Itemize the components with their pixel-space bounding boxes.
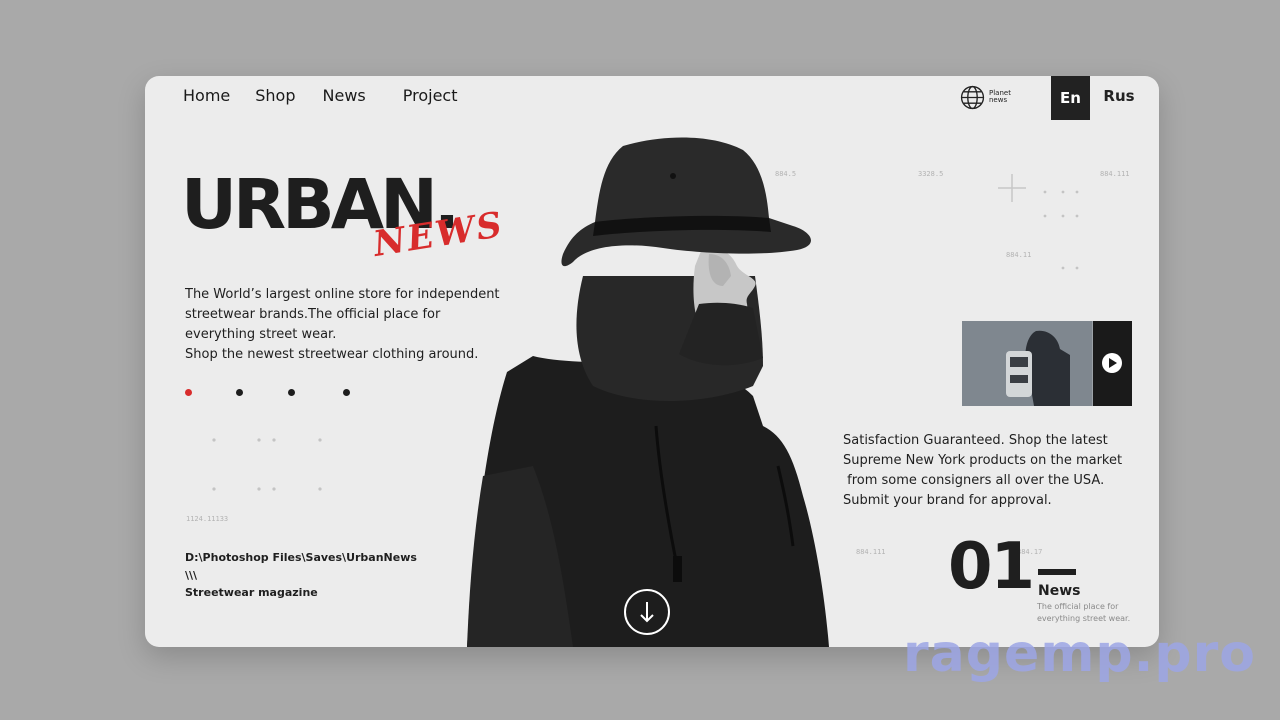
decor-dot-grid-right	[1043, 190, 1079, 270]
micro-label: 884.111	[856, 548, 886, 556]
nav-news[interactable]: News	[323, 86, 366, 105]
play-icon	[1102, 353, 1122, 373]
description-line: Satisfaction Guaranteed. Shop the latest	[843, 433, 1108, 448]
description-line: Supreme New York products on the market	[843, 453, 1123, 468]
file-path: D:\Photoshop Files\Saves\UrbanNews	[185, 551, 417, 564]
counter-dash	[1038, 569, 1076, 575]
scroll-down-button[interactable]	[624, 589, 670, 635]
top-nav: Home Shop News Project	[183, 86, 457, 105]
micro-label: 884.111	[1100, 170, 1130, 178]
description-line: Submit your brand for approval.	[843, 493, 1052, 508]
plus-icon	[998, 174, 1026, 202]
magazine-label: Streetwear magazine	[185, 586, 318, 599]
slide-dot-1[interactable]	[185, 389, 192, 396]
slide-dot-4[interactable]	[343, 389, 350, 396]
hero-model-photo	[467, 137, 829, 647]
counter-subtext: The official place for everything street…	[1037, 602, 1131, 623]
counter-label: News	[1038, 583, 1081, 599]
watermark: ragemp.pro	[903, 624, 1256, 684]
description-text: Satisfaction Guaranteed. Shop the latest…	[843, 431, 1148, 511]
urban-news-logo: URBAN. NEWS	[181, 170, 507, 265]
brand-text: Planet news	[989, 90, 1011, 104]
slide-dot-2[interactable]	[236, 389, 243, 396]
globe-icon	[960, 85, 985, 109]
nav-project[interactable]: Project	[403, 86, 458, 105]
micro-label: 3328.5	[918, 170, 944, 178]
path-separator: \\\	[185, 568, 198, 582]
slide-dot-3[interactable]	[288, 389, 295, 396]
main-card: Home Shop News Project Planet news En Ru…	[145, 76, 1159, 647]
video-thumbnail[interactable]	[962, 321, 1132, 406]
slide-counter-number: 01	[948, 530, 1035, 604]
nav-shop[interactable]: Shop	[255, 86, 295, 105]
arrow-down-icon	[640, 602, 654, 623]
brand-line2: news	[989, 96, 1008, 104]
nav-home[interactable]: Home	[183, 86, 230, 105]
file-path-block: D:\Photoshop Files\Saves\UrbanNews \\\ S…	[185, 549, 417, 602]
lang-en-button[interactable]: En	[1051, 76, 1090, 120]
decor-dot-grid-left	[212, 438, 322, 491]
lang-ru-button[interactable]: Rus	[1099, 76, 1139, 116]
micro-label: 1124.11133	[186, 515, 229, 523]
description-line: from some consigners all over the USA.	[843, 473, 1105, 488]
slide-dots	[185, 389, 355, 399]
planet-news-brand[interactable]: Planet news	[960, 84, 1020, 110]
